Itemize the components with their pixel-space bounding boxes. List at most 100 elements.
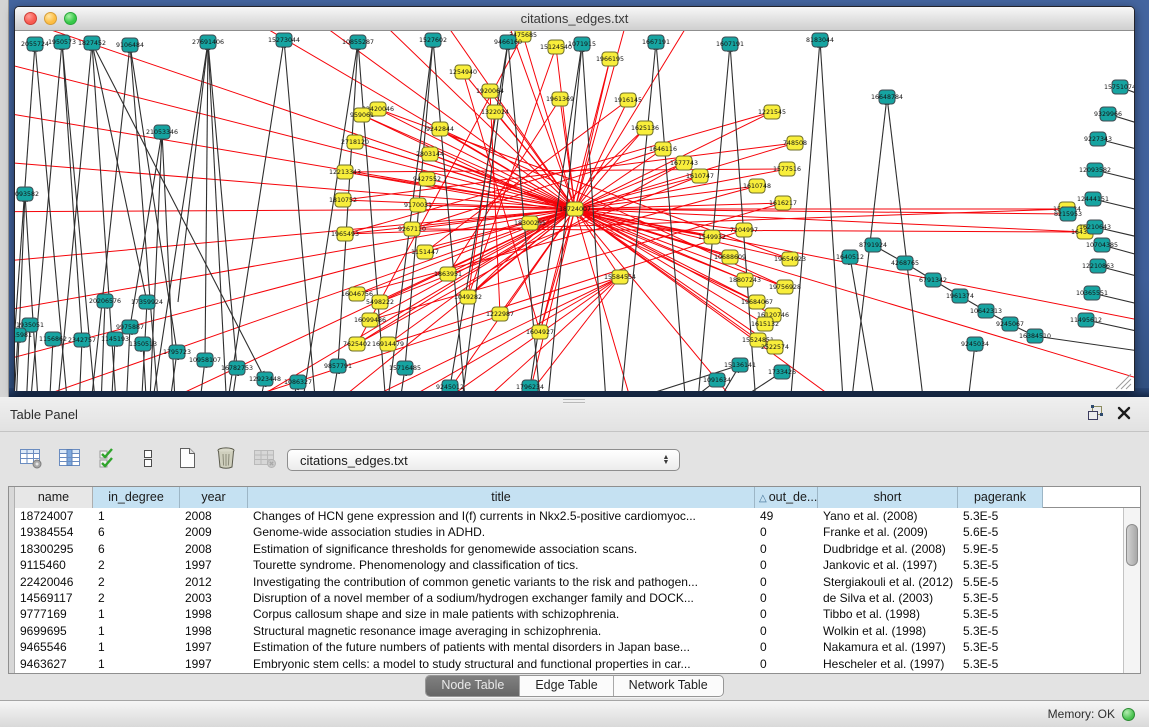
- graph-node[interactable]: 12923448: [249, 372, 281, 386]
- graph-node[interactable]: 9245034: [961, 337, 989, 351]
- graph-node[interactable]: 17359924: [131, 295, 163, 309]
- graph-node[interactable]: 7204997: [730, 223, 758, 237]
- table-row[interactable]: 946362711997Embryonic stem cells: a mode…: [15, 656, 1140, 672]
- delete-table-button[interactable]: [252, 446, 278, 470]
- graph-node[interactable]: 12213343: [329, 165, 361, 179]
- graph-node[interactable]: 9857791: [324, 359, 352, 373]
- graph-node[interactable]: 1322024: [481, 105, 509, 119]
- graph-node[interactable]: 1577516: [773, 162, 801, 176]
- graph-node[interactable]: 1549932: [698, 230, 726, 244]
- column-header-title[interactable]: title: [248, 487, 755, 508]
- table-source-dropdown[interactable]: citations_edges.txt ▲▼: [287, 449, 680, 471]
- tab-edge-table[interactable]: Edge Table: [519, 676, 612, 696]
- graph-node[interactable]: 1049282: [454, 290, 482, 304]
- graph-node[interactable]: 15751074: [1104, 80, 1134, 94]
- window-resize-grip-icon[interactable]: [1116, 374, 1131, 389]
- graph-node[interactable]: 1071915: [568, 37, 596, 51]
- graph-node[interactable]: 1093582: [15, 187, 39, 201]
- row-view-button[interactable]: [135, 446, 161, 470]
- table-row[interactable]: 2242004622012Investigating the contribut…: [15, 574, 1140, 590]
- tab-network-table[interactable]: Network Table: [613, 676, 723, 696]
- table-row[interactable]: 1456911722003Disruption of a novel membe…: [15, 590, 1140, 606]
- column-header-name[interactable]: name: [15, 487, 93, 508]
- graph-node[interactable]: 1646116: [649, 142, 677, 156]
- graph-node[interactable]: 8183044: [806, 33, 834, 47]
- graph-node[interactable]: 1667191: [642, 35, 670, 49]
- float-panel-icon[interactable]: [1087, 405, 1104, 426]
- column-header-pagerank[interactable]: pagerank: [958, 487, 1043, 508]
- show-columns-button[interactable]: [57, 446, 83, 470]
- graph-node[interactable]: 1610747: [686, 169, 714, 183]
- scrollbar-thumb[interactable]: [1126, 524, 1138, 566]
- tab-node-table[interactable]: Node Table: [426, 676, 519, 696]
- graph-node[interactable]: 11495612: [1070, 313, 1102, 327]
- graph-node[interactable]: 6791342: [919, 273, 947, 287]
- table-toolbar: f(x): [18, 443, 317, 473]
- graph-node-label: 7204997: [730, 227, 758, 234]
- graph-node[interactable]: 10958107: [189, 353, 221, 367]
- panel-splitter-grip[interactable]: [563, 399, 585, 404]
- table-row[interactable]: 946554611997Estimation of the future num…: [15, 639, 1140, 655]
- network-canvas[interactable]: 1872400722420046271812012213343181075219…: [15, 31, 1134, 391]
- graph-node[interactable]: 1961369: [546, 92, 574, 106]
- graph-node[interactable]: 27691406: [192, 35, 224, 49]
- graph-node[interactable]: 12210863: [1082, 259, 1114, 273]
- network-window-titlebar[interactable]: citations_edges.txt: [15, 7, 1134, 31]
- graph-node[interactable]: 1156862: [39, 332, 67, 346]
- memory-status-indicator[interactable]: [1122, 708, 1135, 721]
- table-settings-button[interactable]: [18, 446, 44, 470]
- graph-node[interactable]: 12444151: [1077, 192, 1109, 206]
- table-row[interactable]: 1938455462009Genome-wide association stu…: [15, 524, 1140, 540]
- graph-node[interactable]: 1795723: [163, 345, 191, 359]
- graph-node[interactable]: 10365551: [1076, 286, 1108, 300]
- table-row[interactable]: 1872400712008Changes of HCN gene express…: [15, 508, 1140, 524]
- delete-column-button[interactable]: [213, 446, 239, 470]
- graph-node[interactable]: 1961374: [946, 289, 974, 303]
- graph-node[interactable]: 748508: [783, 136, 807, 150]
- graph-node[interactable]: 15136141: [724, 358, 756, 372]
- column-header-year[interactable]: year: [180, 487, 248, 508]
- column-header-short[interactable]: short: [818, 487, 958, 508]
- graph-node[interactable]: 9227343: [1084, 132, 1112, 146]
- graph-node[interactable]: 10855287: [342, 35, 374, 49]
- network-svg[interactable]: 1872400722420046271812012213343181075219…: [15, 31, 1134, 391]
- graph-node[interactable]: 9245012: [436, 380, 464, 391]
- graph-node[interactable]: 20206576: [89, 294, 121, 308]
- table-row[interactable]: 977716911998Corpus callosum shape and si…: [15, 606, 1140, 622]
- graph-node[interactable]: 2342757: [68, 333, 96, 347]
- graph-node[interactable]: 15716485: [389, 361, 421, 375]
- graph-node[interactable]: 1625136: [631, 121, 659, 135]
- column-header-out-degree[interactable]: △out_de...: [755, 487, 818, 508]
- vertical-scrollbar[interactable]: [1123, 508, 1140, 673]
- graph-node[interactable]: 1920064: [476, 84, 504, 98]
- graph-node[interactable]: 2055724: [21, 37, 49, 51]
- graph-node[interactable]: 1616217: [769, 196, 797, 210]
- graph-node[interactable]: 9329966: [1094, 107, 1122, 121]
- graph-node[interactable]: 1604927: [526, 325, 554, 339]
- graph-node[interactable]: 16099486: [354, 313, 386, 327]
- graph-node[interactable]: 9106484: [116, 38, 144, 52]
- column-header-in-degree[interactable]: in_degree: [93, 487, 180, 508]
- graph-node[interactable]: 12093582: [1079, 163, 1111, 177]
- graph-node[interactable]: 1086327: [284, 375, 312, 389]
- graph-node[interactable]: 21053346: [146, 125, 178, 139]
- close-panel-icon[interactable]: [1117, 406, 1131, 425]
- table-row[interactable]: 911546021997Tourette syndrome. Phenomeno…: [15, 557, 1140, 573]
- graph-node[interactable]: 1254940: [449, 65, 477, 79]
- table-row[interactable]: 969969511998Structural magnetic resonanc…: [15, 623, 1140, 639]
- graph-node[interactable]: 10642313: [970, 304, 1002, 318]
- graph-node[interactable]: 1640512: [836, 250, 864, 264]
- graph-node[interactable]: 1827452: [78, 36, 106, 50]
- graph-node[interactable]: 1916145: [614, 93, 642, 107]
- table-row[interactable]: 1830029562008Estimation of significance …: [15, 541, 1140, 557]
- create-column-button[interactable]: [174, 446, 200, 470]
- select-rows-button[interactable]: [96, 446, 122, 470]
- graph-node[interactable]: 16648784: [871, 90, 903, 104]
- graph-node[interactable]: 1607191: [716, 37, 744, 51]
- graph-node[interactable]: 1610748: [743, 179, 771, 193]
- graph-node-label: 1254940: [449, 69, 477, 76]
- graph-node[interactable]: 1966195: [596, 52, 624, 66]
- graph-node[interactable]: 10704385: [1086, 238, 1118, 252]
- graph-node[interactable]: 1527602: [419, 33, 447, 47]
- graph-node[interactable]: 1796234: [516, 380, 544, 391]
